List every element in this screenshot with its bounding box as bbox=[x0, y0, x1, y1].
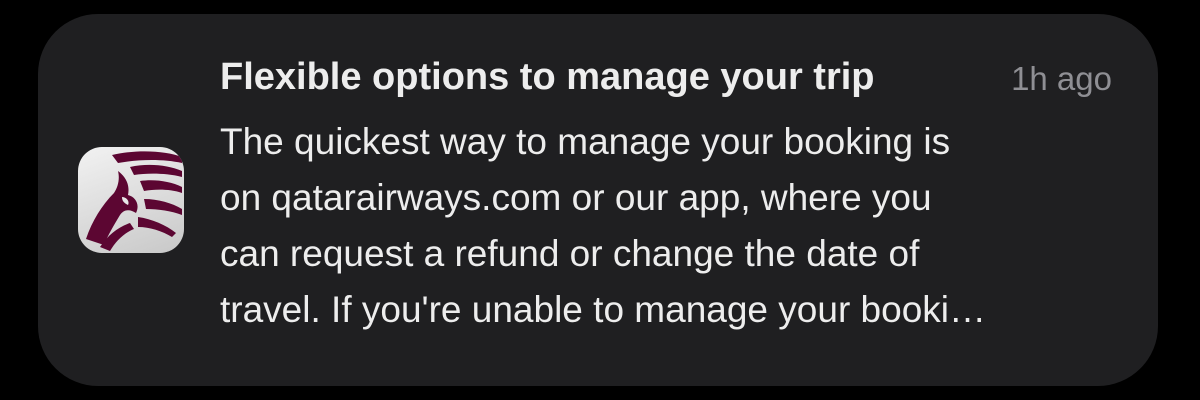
notification-card[interactable]: Flexible options to manage your trip 1h … bbox=[38, 14, 1158, 386]
notification-body-line: on qatarairways.com or our app, where yo… bbox=[220, 177, 932, 218]
qatar-airways-app-icon bbox=[78, 147, 184, 253]
oryx-logo-icon bbox=[86, 151, 182, 251]
notification-body-line: can request a refund or change the date … bbox=[220, 233, 920, 274]
notification-timestamp: 1h ago bbox=[1011, 60, 1112, 97]
notification-body-line: travel. If you're unable to manage your … bbox=[220, 289, 986, 330]
notification-body: The quickest way to manage your booking … bbox=[220, 114, 1120, 338]
notification-title: Flexible options to manage your trip bbox=[220, 56, 875, 98]
notification-body-line: The quickest way to manage your booking … bbox=[220, 121, 951, 162]
